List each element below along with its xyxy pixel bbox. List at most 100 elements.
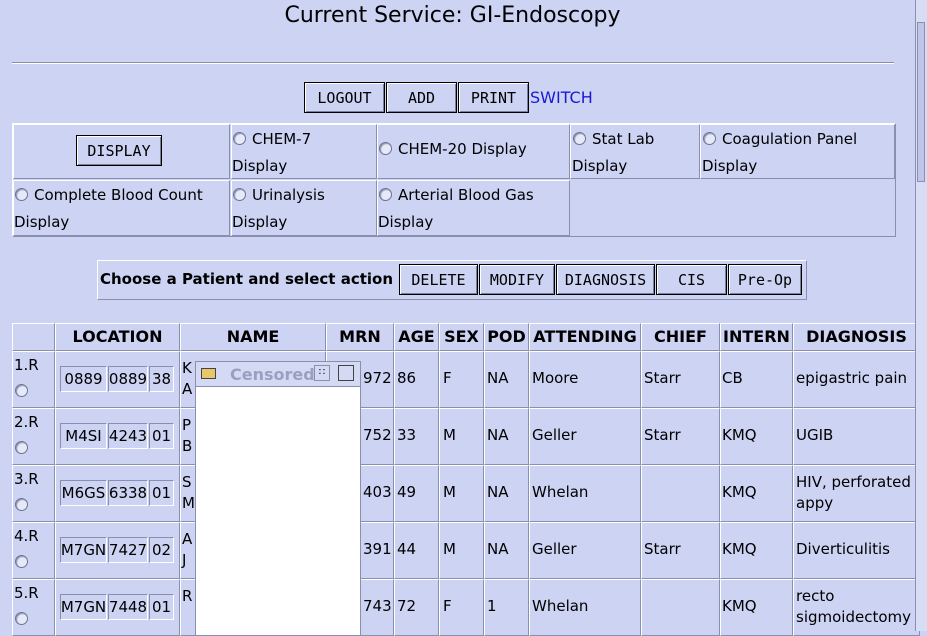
- delete-button[interactable]: DELETE: [399, 264, 478, 295]
- sex-value: M: [443, 540, 456, 558]
- folder-icon: [201, 368, 216, 379]
- location-field: 7448: [108, 594, 148, 620]
- cbc-label: Complete Blood Count: [34, 186, 203, 204]
- abg-label-2: Display: [378, 213, 434, 231]
- pod-value: NA: [487, 426, 509, 444]
- row-select-radio[interactable]: [15, 384, 28, 397]
- divider: [12, 62, 894, 64]
- age-value: 72: [397, 597, 417, 615]
- name-line-2: A: [182, 380, 193, 398]
- preop-button[interactable]: Pre-Op: [728, 264, 802, 295]
- pod-value: NA: [487, 483, 509, 501]
- intern-value: KMQ: [722, 597, 757, 615]
- location-field: 0889: [60, 366, 107, 392]
- chem7-radio[interactable]: [233, 132, 246, 145]
- coag-radio[interactable]: [703, 132, 716, 145]
- urinalysis-label-2: Display: [232, 213, 288, 231]
- intern-value: CB: [722, 369, 743, 387]
- column-header-location: LOCATION: [72, 327, 163, 346]
- cis-button[interactable]: CIS: [656, 264, 727, 295]
- name-line-1: P: [182, 416, 192, 434]
- diagnosis-value-line-2: appy: [796, 494, 834, 512]
- cbc-radio[interactable]: [15, 188, 28, 201]
- chem7-label-2: Display: [232, 157, 288, 175]
- row-select-radio[interactable]: [15, 498, 28, 511]
- location-field: M7GN: [60, 594, 107, 620]
- restore-icon[interactable]: ∷: [314, 365, 330, 381]
- column-header-pod: POD: [487, 327, 526, 346]
- sex-value: M: [443, 426, 456, 444]
- column-header-diagnosis: DIAGNOSIS: [806, 327, 907, 346]
- pod-value: NA: [487, 540, 509, 558]
- row-select-radio[interactable]: [15, 555, 28, 568]
- action-prompt: Choose a Patient and select action: [100, 270, 394, 288]
- name-line-1: S: [182, 473, 192, 491]
- censored-window: Censored ∷: [195, 361, 361, 636]
- diagnosis-value-line-1: HIV, perforated: [796, 473, 911, 491]
- name-line-2: M: [182, 494, 195, 512]
- chem7-label: CHEM-7: [252, 130, 312, 148]
- urinalysis-radio[interactable]: [233, 188, 246, 201]
- location-field: M6GS: [60, 480, 107, 506]
- column-header-intern: INTERN: [723, 327, 790, 346]
- maximize-icon[interactable]: [338, 365, 354, 381]
- chem20-label: CHEM-20 Display: [398, 140, 527, 158]
- coag-label: Coagulation Panel: [722, 130, 858, 148]
- diagnosis-value: epigastric pain: [796, 369, 908, 387]
- coag-label-2: Display: [702, 157, 758, 175]
- add-button[interactable]: ADD: [386, 82, 457, 113]
- mrn-value: 752: [363, 426, 392, 444]
- location-field: 02: [149, 537, 174, 563]
- location-field: 01: [149, 480, 174, 506]
- scrollbar-thumb[interactable]: [917, 22, 925, 182]
- name-line-2: J: [182, 551, 187, 569]
- diagnosis-value-line-2: sigmoidectomy: [796, 608, 912, 626]
- intern-value: KMQ: [722, 426, 757, 444]
- attending-value: Whelan: [532, 483, 589, 501]
- age-value: 49: [397, 483, 417, 501]
- window-title: Censored: [230, 365, 315, 384]
- header-cell: [12, 323, 55, 351]
- location-field: 38: [149, 366, 174, 392]
- sex-value: F: [443, 369, 452, 387]
- name-line-1: R: [182, 587, 193, 605]
- row-index: 1.R: [14, 356, 39, 374]
- sex-value: F: [443, 597, 452, 615]
- row-select-radio[interactable]: [15, 441, 28, 454]
- location-field: 0889: [108, 366, 148, 392]
- attending-value: Moore: [532, 369, 579, 387]
- age-value: 44: [397, 540, 417, 558]
- column-header-attending: ATTENDING: [533, 327, 637, 346]
- intern-value: KMQ: [722, 483, 757, 501]
- location-field: 7427: [108, 537, 148, 563]
- statlab-radio[interactable]: [573, 132, 586, 145]
- mrn-value: 391: [363, 540, 392, 558]
- name-line-1: A: [182, 530, 193, 548]
- print-button[interactable]: PRINT: [458, 82, 529, 113]
- abg-radio[interactable]: [379, 188, 392, 201]
- location-field: M4SI: [60, 423, 107, 449]
- mrn-value: 972: [363, 369, 392, 387]
- diagnosis-button[interactable]: DIAGNOSIS: [556, 264, 655, 295]
- diagnosis-value-line-1: recto: [796, 587, 835, 605]
- censored-title-bar[interactable]: Censored ∷: [196, 362, 360, 387]
- mrn-value: 403: [363, 483, 392, 501]
- logout-button[interactable]: LOGOUT: [304, 82, 385, 113]
- diagnosis-value: Diverticulitis: [796, 540, 890, 558]
- chem20-radio[interactable]: [379, 142, 392, 155]
- modify-button[interactable]: MODIFY: [479, 264, 555, 295]
- row-index: 3.R: [14, 470, 39, 488]
- pod-value: NA: [487, 369, 509, 387]
- row-index: 2.R: [14, 413, 39, 431]
- chief-value: Starr: [644, 540, 681, 558]
- chief-value: Starr: [644, 426, 681, 444]
- switch-link[interactable]: SWITCH: [530, 88, 593, 107]
- row-select-radio[interactable]: [15, 612, 28, 625]
- location-field: M7GN: [60, 537, 107, 563]
- age-value: 86: [397, 369, 417, 387]
- diagnosis-value: UGIB: [796, 426, 834, 444]
- column-header-sex: SEX: [444, 327, 479, 346]
- sex-value: M: [443, 483, 456, 501]
- display-button[interactable]: DISPLAY: [76, 135, 162, 166]
- pod-value: 1: [487, 597, 497, 615]
